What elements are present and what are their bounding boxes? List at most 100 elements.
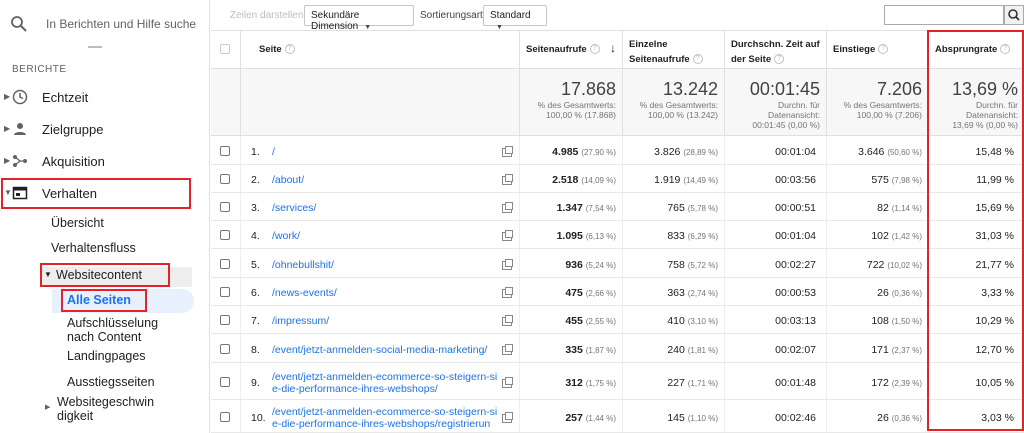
- help-icon[interactable]: ?: [589, 44, 600, 55]
- open-page-icon[interactable]: [502, 344, 513, 355]
- total-note: 00:01:45 (0,00 %): [752, 120, 820, 130]
- table-row: 7./impressum/455 (2,55 %) 410 (3,10 %) 00:…: [211, 306, 1024, 334]
- header-durchschn-zeit[interactable]: Durchschn. Zeit auf der Seite?: [725, 31, 827, 69]
- zeit-cell: 00:00:51: [725, 193, 827, 220]
- sortierungsart-select[interactable]: Standard ▼: [483, 5, 547, 31]
- header-label: der Seite: [731, 54, 772, 65]
- row-checkbox[interactable]: [220, 412, 230, 422]
- page-path: /news-events/: [272, 287, 337, 299]
- page-link[interactable]: /: [272, 146, 275, 158]
- select-label: Sekundäre Dimension: [311, 10, 360, 32]
- sidebar-subitem-uebersicht[interactable]: Übersicht: [51, 216, 104, 230]
- table-search-button[interactable]: [1004, 5, 1024, 25]
- percent: (50,60 %): [887, 148, 922, 157]
- sidebar-subitem-aufschluesselung[interactable]: Aufschlüsselung nach Content: [67, 316, 158, 344]
- percent: (5,72 %): [687, 261, 718, 270]
- page-link[interactable]: /event/jetzt-anmelden-ecommerce-so-steig…: [272, 371, 497, 395]
- sidebar-subitem-websitegeschwindigkeit[interactable]: ▶ Websitegeschwin digkeit: [45, 395, 154, 423]
- sidebar-item-echtzeit[interactable]: ▶ Echtzeit: [0, 82, 210, 112]
- table-search-input[interactable]: [884, 5, 1004, 25]
- sekundaere-dimension-select[interactable]: Sekundäre Dimension ▼: [304, 5, 414, 32]
- total-value: 17.868: [560, 79, 616, 99]
- open-page-icon[interactable]: [502, 146, 513, 157]
- page-cell: 8. /event/jetzt-anmelden-social-media-mar…: [241, 334, 520, 362]
- header-einstiege[interactable]: Einstiege?: [827, 31, 929, 69]
- page-link[interactable]: /services/: [272, 202, 316, 214]
- sort-down-icon[interactable]: ↓: [610, 41, 616, 55]
- row-number: 9.: [251, 377, 260, 389]
- page-link[interactable]: /work/: [272, 230, 300, 242]
- help-icon[interactable]: ?: [878, 44, 889, 55]
- row-checkbox[interactable]: [220, 259, 230, 269]
- open-page-icon[interactable]: [502, 202, 513, 213]
- row-checkbox[interactable]: [220, 315, 230, 325]
- header-einzelne-seitenaufrufe[interactable]: Einzelne Seitenaufrufe?: [623, 31, 725, 69]
- help-icon[interactable]: ?: [692, 54, 703, 65]
- zeit-cell: 00:01:04: [725, 221, 827, 248]
- row-checkbox[interactable]: [220, 230, 230, 240]
- sidebar-subitem-ausstiegsseiten[interactable]: Ausstiegsseiten: [67, 375, 155, 389]
- select-all-checkbox[interactable]: [220, 44, 230, 54]
- seitenaufrufe-cell: 257 (1,44 %): [520, 400, 623, 432]
- header-seitenaufrufe[interactable]: Seitenaufrufe? ↓: [520, 31, 623, 69]
- row-checkbox[interactable]: [220, 202, 230, 212]
- sidebar-search[interactable]: In Berichten und Hilfe suche: [0, 0, 210, 48]
- page-link[interactable]: /event/jetzt-anmelden-social-media-marke…: [272, 344, 487, 356]
- value: 410: [667, 315, 685, 327]
- highlight-websitecontent: [40, 263, 170, 287]
- page-cell: 2. /about/: [241, 165, 520, 192]
- totals-spacer: [241, 69, 520, 136]
- highlight-absprungrate-column: [927, 30, 1024, 431]
- caret-right-icon: ▶: [45, 404, 51, 411]
- table-row: 4./work/1.095 (6,13 %) 833 (6,29 %) 00:01:…: [211, 221, 1024, 249]
- page-cell: 9. /event/jetzt-anmelden-ecommerce-so-ste…: [241, 363, 520, 399]
- percent: (10,02 %): [887, 261, 922, 270]
- page-link[interactable]: /about/: [272, 174, 304, 186]
- page-link[interactable]: /event/jetzt-anmelden-ecommerce-so-steig…: [272, 406, 497, 430]
- open-page-icon[interactable]: [502, 174, 513, 185]
- header-seite[interactable]: Seite?: [241, 31, 520, 69]
- row-checkbox[interactable]: [220, 174, 230, 184]
- caret-right-icon: ▶: [4, 124, 11, 133]
- page-link[interactable]: /impressum/: [272, 315, 329, 327]
- table-row: 6./news-events/475 (2,66 %) 363 (2,74 %) 0…: [211, 278, 1024, 306]
- header-label: Seitenaufrufe: [526, 44, 587, 55]
- row-checkbox[interactable]: [220, 287, 230, 297]
- einzelne-cell: 758 (5,72 %): [623, 249, 725, 277]
- einzelne-cell: 765 (5,78 %): [623, 193, 725, 220]
- open-page-icon[interactable]: [502, 259, 513, 270]
- sidebar-item-akquisition[interactable]: ▶ Akquisition: [0, 146, 210, 176]
- open-page-icon[interactable]: [502, 230, 513, 241]
- einzelne-cell: 145 (1,10 %): [623, 400, 725, 432]
- page-cell: 7. /impressum/: [241, 306, 520, 333]
- dropdown-arrow-icon: ▼: [364, 24, 372, 31]
- page-link[interactable]: /news-events/: [272, 287, 337, 299]
- sidebar-subitem-landingpages[interactable]: Landingpages: [67, 349, 146, 363]
- page-cell: 10. /event/jetzt-anmelden-ecommerce-so-st…: [241, 400, 520, 432]
- help-icon[interactable]: ?: [774, 54, 785, 65]
- resize-grip[interactable]: [88, 46, 102, 48]
- open-page-icon[interactable]: [502, 315, 513, 326]
- totals-zeit: 00:01:45 Durchn. für Datenansicht: 00:01…: [725, 69, 827, 136]
- seitenaufrufe-cell: 936 (5,24 %): [520, 249, 623, 277]
- sidebar-item-zielgruppe[interactable]: ▶ Zielgruppe: [0, 114, 210, 144]
- row-checkbox[interactable]: [220, 377, 230, 387]
- header-checkbox-cell: [211, 31, 241, 69]
- percent: (2,66 %): [585, 289, 616, 298]
- open-page-icon[interactable]: [502, 412, 513, 423]
- row-checkbox[interactable]: [220, 344, 230, 354]
- percent: (1,81 %): [687, 346, 718, 355]
- sidebar-subitem-verhaltensfluss[interactable]: Verhaltensfluss: [51, 241, 136, 255]
- zeilen-darstellen-button[interactable]: Zeilen darstellen: [230, 10, 303, 21]
- value: 936: [565, 259, 583, 271]
- zeit-cell: 00:02:46: [725, 400, 827, 432]
- row-checkbox[interactable]: [220, 146, 230, 156]
- einzelne-cell: 240 (1,81 %): [623, 334, 725, 362]
- page-link[interactable]: /ohnebullshit/: [272, 259, 334, 271]
- value: 3.826: [654, 146, 681, 158]
- open-page-icon[interactable]: [502, 377, 513, 388]
- percent: (6,13 %): [585, 232, 616, 241]
- seitenaufrufe-cell: 1.347 (7,54 %): [520, 193, 623, 220]
- help-icon[interactable]: ?: [284, 44, 295, 55]
- open-page-icon[interactable]: [502, 287, 513, 298]
